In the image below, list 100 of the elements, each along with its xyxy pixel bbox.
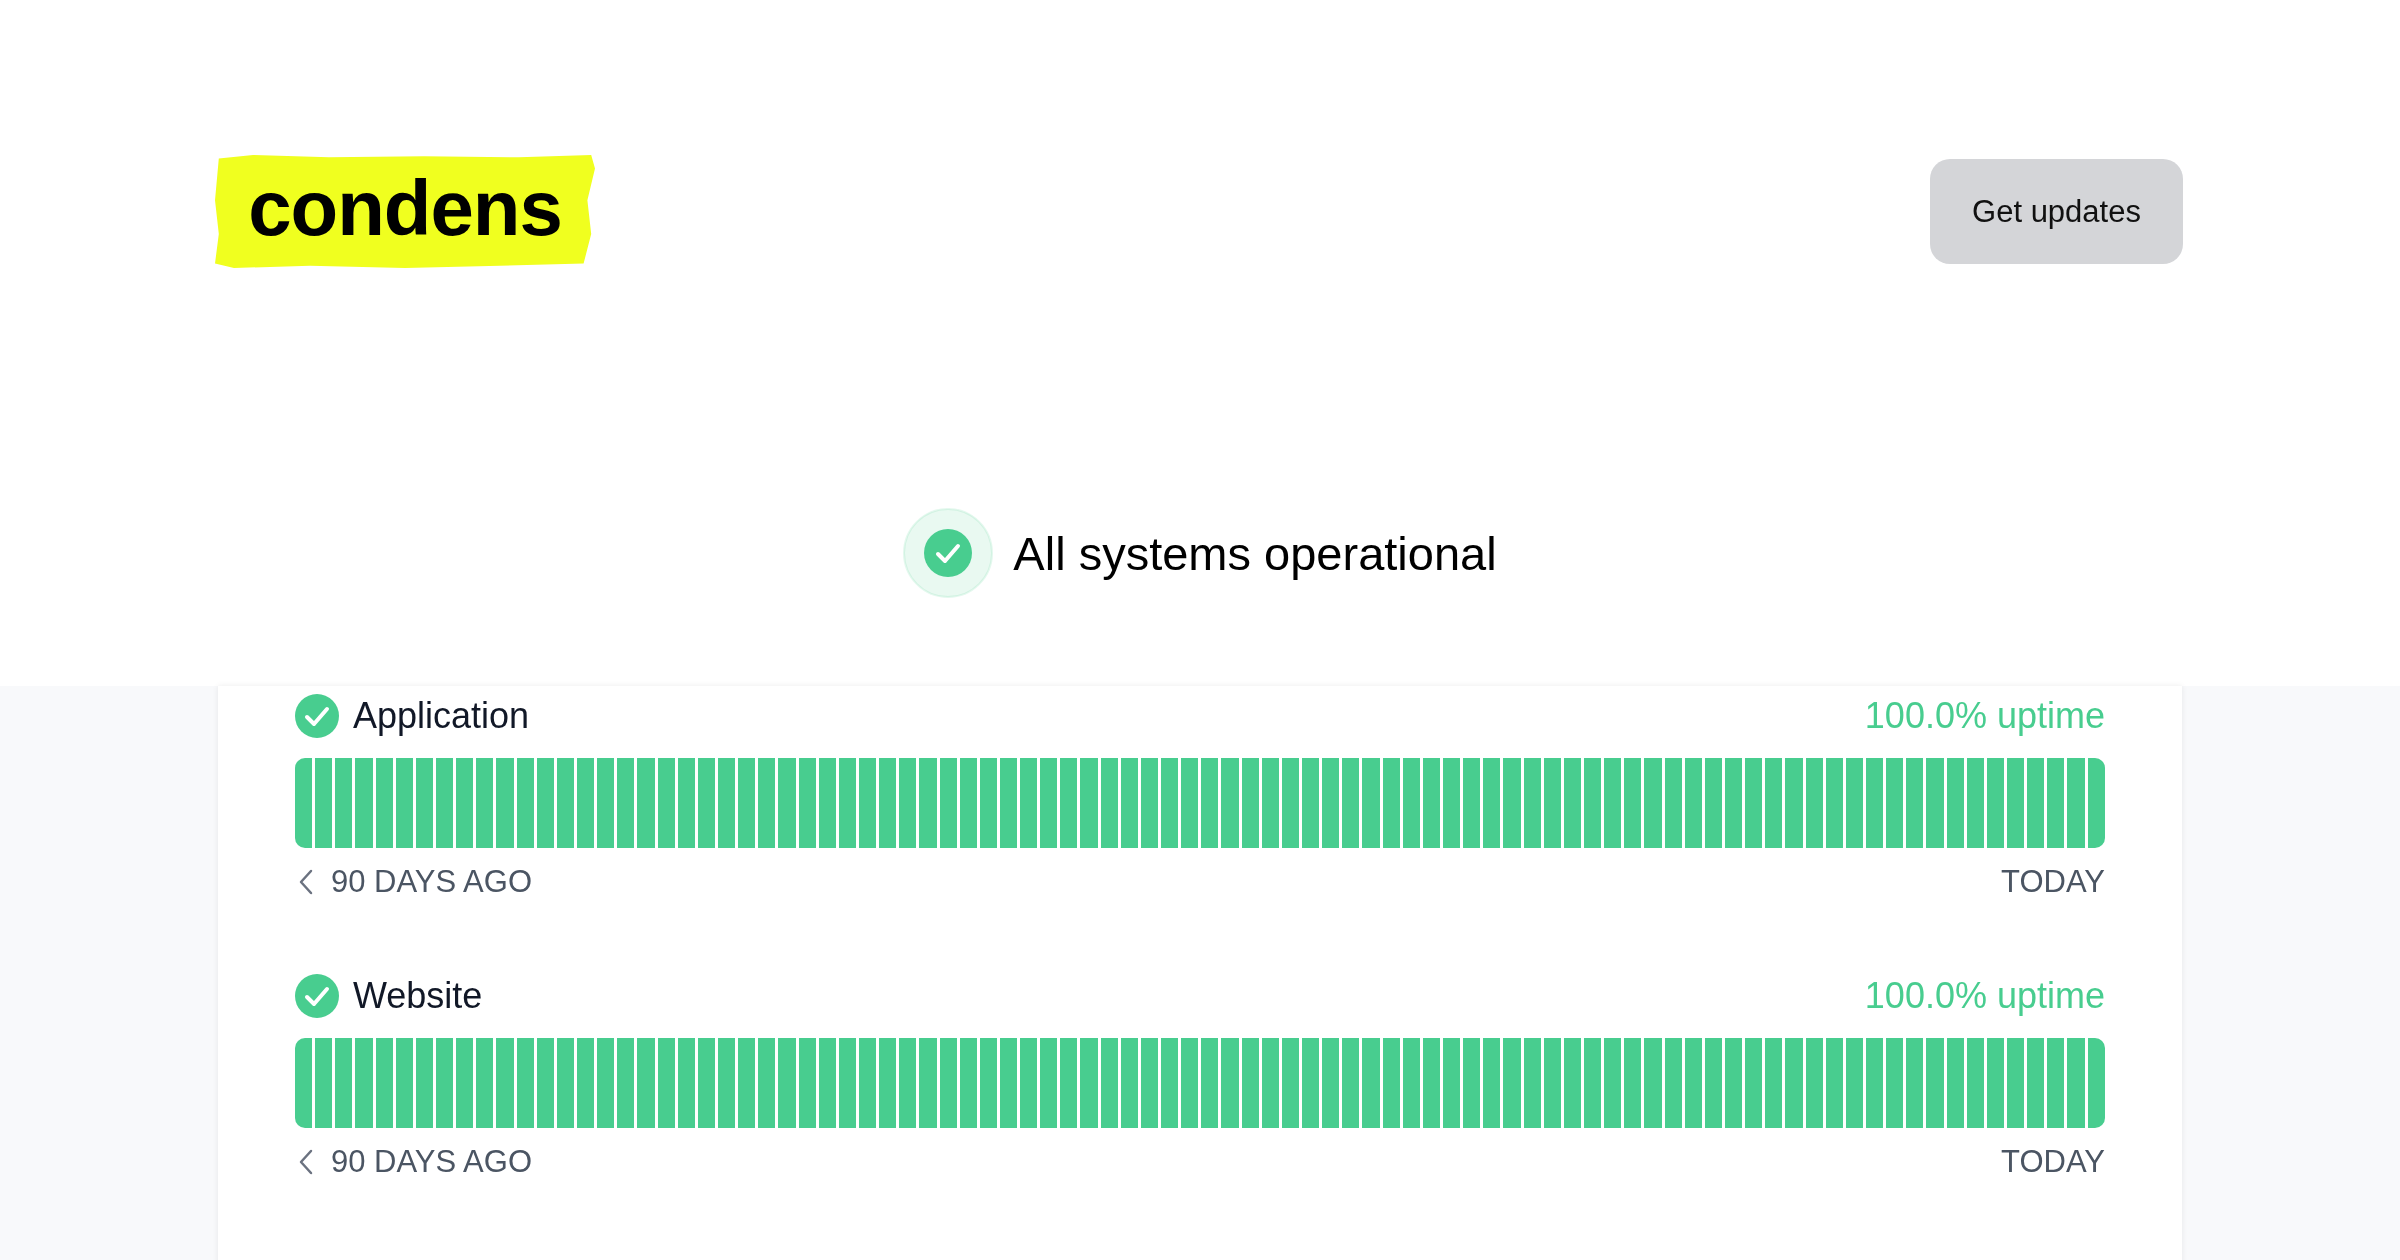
day-segment[interactable] xyxy=(1725,1038,1743,1128)
day-segment[interactable] xyxy=(1382,758,1400,848)
day-segment[interactable] xyxy=(1926,758,1944,848)
day-segment[interactable] xyxy=(1503,758,1521,848)
day-segment[interactable] xyxy=(1221,1038,1239,1128)
day-segment[interactable] xyxy=(395,758,413,848)
day-segment[interactable] xyxy=(717,1038,736,1128)
day-segment[interactable] xyxy=(979,1038,997,1128)
day-segment[interactable] xyxy=(1120,758,1138,848)
day-segment[interactable] xyxy=(1664,1038,1682,1128)
day-segment[interactable] xyxy=(476,758,494,848)
day-segment[interactable] xyxy=(1362,758,1380,848)
day-segment[interactable] xyxy=(838,758,856,848)
day-segment[interactable] xyxy=(1221,758,1239,848)
day-segment[interactable] xyxy=(375,758,393,848)
day-segment[interactable] xyxy=(1161,758,1179,848)
day-segment[interactable] xyxy=(395,1038,413,1128)
day-segment[interactable] xyxy=(657,1038,675,1128)
day-segment[interactable] xyxy=(979,758,997,848)
day-segment[interactable] xyxy=(818,1038,836,1128)
day-segment[interactable] xyxy=(1825,1038,1843,1128)
day-segment[interactable] xyxy=(1765,758,1783,848)
day-segment[interactable] xyxy=(959,758,977,848)
day-segment[interactable] xyxy=(375,1038,393,1128)
day-segment[interactable] xyxy=(1886,758,1904,848)
day-segment[interactable] xyxy=(1523,758,1541,848)
day-segment[interactable] xyxy=(738,758,756,848)
day-segment[interactable] xyxy=(1020,758,1038,848)
day-segment[interactable] xyxy=(1644,758,1662,848)
day-segment[interactable] xyxy=(879,1038,897,1128)
day-segment[interactable] xyxy=(717,758,736,848)
day-segment[interactable] xyxy=(597,758,615,848)
day-segment[interactable] xyxy=(1483,1038,1501,1128)
day-segment[interactable] xyxy=(778,758,796,848)
day-segment[interactable] xyxy=(1946,1038,1964,1128)
day-segment[interactable] xyxy=(617,1038,635,1128)
day-segment[interactable] xyxy=(778,1038,796,1128)
day-segment[interactable] xyxy=(1624,1038,1642,1128)
day-segment[interactable] xyxy=(858,1038,877,1128)
day-segment[interactable] xyxy=(738,1038,756,1128)
day-segment[interactable] xyxy=(697,1038,715,1128)
day-segment[interactable] xyxy=(1422,1038,1440,1128)
day-segment[interactable] xyxy=(1201,1038,1219,1128)
day-segment[interactable] xyxy=(1040,758,1058,848)
day-segment[interactable] xyxy=(1563,758,1581,848)
day-segment[interactable] xyxy=(637,1038,655,1128)
day-segment[interactable] xyxy=(516,758,534,848)
day-segment[interactable] xyxy=(415,1038,433,1128)
day-segment[interactable] xyxy=(1704,758,1722,848)
day-segment[interactable] xyxy=(1463,1038,1481,1128)
day-segment[interactable] xyxy=(1584,758,1602,848)
day-segment[interactable] xyxy=(597,1038,615,1128)
day-segment[interactable] xyxy=(1080,758,1098,848)
day-segment[interactable] xyxy=(2047,1038,2065,1128)
day-segment[interactable] xyxy=(576,1038,595,1128)
day-segment[interactable] xyxy=(1805,1038,1823,1128)
day-segment[interactable] xyxy=(576,758,595,848)
day-segment[interactable] xyxy=(1463,758,1481,848)
day-segment[interactable] xyxy=(2047,758,2065,848)
day-segment[interactable] xyxy=(1322,758,1340,848)
day-segment[interactable] xyxy=(1261,758,1279,848)
day-segment[interactable] xyxy=(1624,758,1642,848)
day-segment[interactable] xyxy=(1161,1038,1179,1128)
day-segment[interactable] xyxy=(657,758,675,848)
day-segment[interactable] xyxy=(939,1038,957,1128)
day-segment[interactable] xyxy=(1100,758,1118,848)
day-segment[interactable] xyxy=(1241,758,1259,848)
day-segment[interactable] xyxy=(2006,1038,2025,1128)
day-segment[interactable] xyxy=(436,758,454,848)
day-segment[interactable] xyxy=(1865,1038,1884,1128)
day-segment[interactable] xyxy=(1684,758,1702,848)
day-segment[interactable] xyxy=(2027,1038,2045,1128)
day-segment[interactable] xyxy=(1906,758,1924,848)
day-segment[interactable] xyxy=(335,1038,353,1128)
day-segment[interactable] xyxy=(1745,758,1763,848)
day-segment[interactable] xyxy=(1543,758,1561,848)
day-segment[interactable] xyxy=(1261,1038,1279,1128)
day-segment[interactable] xyxy=(516,1038,534,1128)
day-segment[interactable] xyxy=(758,758,776,848)
day-segment[interactable] xyxy=(1060,1038,1078,1128)
day-segment[interactable] xyxy=(677,1038,695,1128)
day-segment[interactable] xyxy=(617,758,635,848)
day-segment[interactable] xyxy=(999,758,1018,848)
day-segment[interactable] xyxy=(1886,1038,1904,1128)
day-segment[interactable] xyxy=(1704,1038,1722,1128)
day-segment[interactable] xyxy=(1402,758,1420,848)
day-segment[interactable] xyxy=(1986,1038,2004,1128)
day-segment[interactable] xyxy=(1966,1038,1984,1128)
day-segment[interactable] xyxy=(1785,758,1803,848)
day-segment[interactable] xyxy=(1664,758,1682,848)
day-segment[interactable] xyxy=(1422,758,1440,848)
day-segment[interactable] xyxy=(879,758,897,848)
day-segment[interactable] xyxy=(315,1038,333,1128)
day-segment[interactable] xyxy=(1644,1038,1662,1128)
day-segment[interactable] xyxy=(858,758,877,848)
day-segment[interactable] xyxy=(355,758,373,848)
logo[interactable]: condens xyxy=(215,155,595,268)
day-segment[interactable] xyxy=(1040,1038,1058,1128)
day-segment[interactable] xyxy=(899,758,917,848)
day-segment[interactable] xyxy=(1483,758,1501,848)
